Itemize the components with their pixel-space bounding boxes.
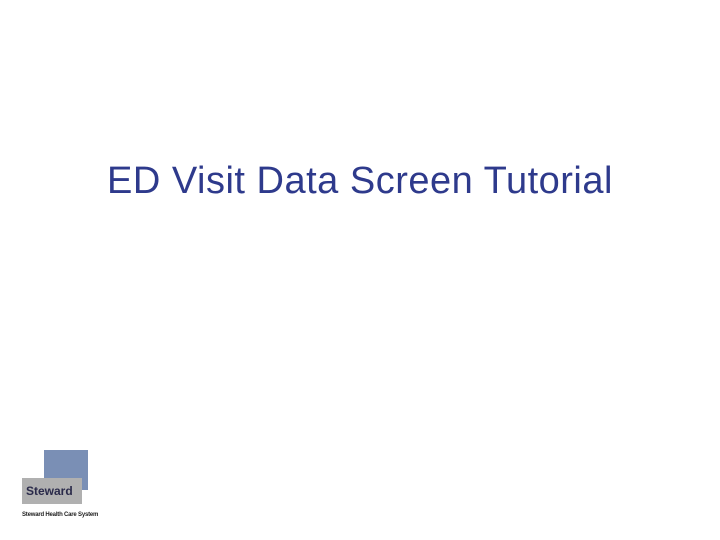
logo-brand-text: Steward	[26, 484, 73, 498]
brand-logo: Steward Steward Health Care System	[22, 450, 112, 518]
brand-logo-mark: Steward	[22, 450, 92, 510]
logo-subtext: Steward Health Care System	[22, 512, 112, 518]
slide-title: ED Visit Data Screen Tutorial	[0, 160, 720, 203]
logo-shape-front: Steward	[22, 478, 82, 504]
